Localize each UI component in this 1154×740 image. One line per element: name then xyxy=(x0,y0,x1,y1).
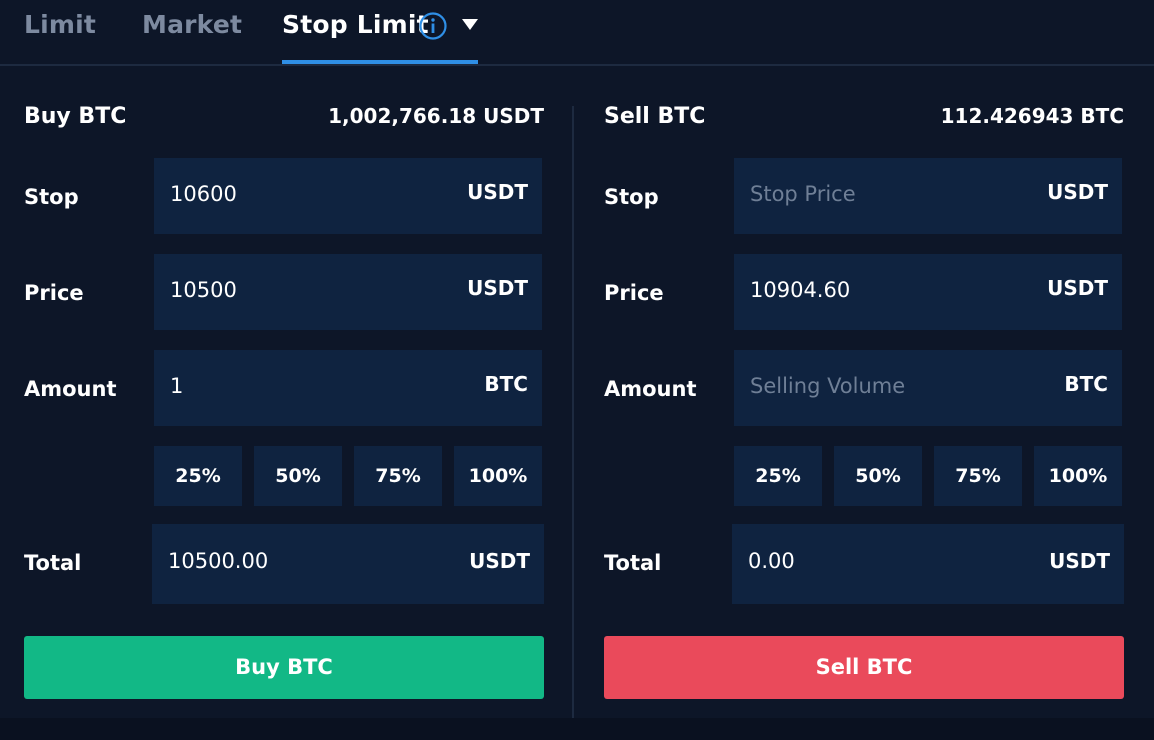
sell-percent-100-button[interactable]: 100% xyxy=(1034,446,1122,506)
buy-stop-value: 10600 xyxy=(170,182,237,206)
sell-price-value: 10904.60 xyxy=(750,278,851,302)
sell-total-input[interactable]: 0.00 USDT xyxy=(732,524,1124,604)
sell-price-unit: USDT xyxy=(1047,276,1108,300)
sell-total-label: Total xyxy=(604,551,662,575)
sell-stop-placeholder: Stop Price xyxy=(750,182,856,206)
sell-amount-placeholder: Selling Volume xyxy=(750,374,906,398)
buy-total-label: Total xyxy=(24,551,82,575)
sell-stop-input[interactable]: Stop Price USDT xyxy=(734,158,1122,234)
sell-price-label: Price xyxy=(604,281,664,305)
panel-divider xyxy=(572,106,574,740)
buy-amount-label: Amount xyxy=(24,377,117,401)
buy-amount-value: 1 xyxy=(170,374,184,398)
sell-amount-input[interactable]: Selling Volume BTC xyxy=(734,350,1122,426)
buy-percent-50-button[interactable]: 50% xyxy=(254,446,342,506)
buy-percent-100-button[interactable]: 100% xyxy=(454,446,542,506)
buy-title: Buy BTC xyxy=(24,104,127,129)
sell-stop-unit: USDT xyxy=(1047,180,1108,204)
buy-total-value: 10500.00 xyxy=(168,549,269,573)
buy-available-balance: 1,002,766.18 USDT xyxy=(328,104,544,128)
buy-amount-unit: BTC xyxy=(484,372,528,396)
sell-btc-button[interactable]: Sell BTC xyxy=(604,636,1124,699)
sell-percent-50-button[interactable]: 50% xyxy=(834,446,922,506)
sell-total-value: 0.00 xyxy=(748,549,795,573)
sell-amount-label: Amount xyxy=(604,377,697,401)
buy-panel: Buy BTC 1,002,766.18 USDT Stop 10600 USD… xyxy=(0,0,560,740)
buy-stop-label: Stop xyxy=(24,185,79,209)
sell-percent-25-button[interactable]: 25% xyxy=(734,446,822,506)
sell-total-unit: USDT xyxy=(1049,549,1110,573)
buy-total-input[interactable]: 10500.00 USDT xyxy=(152,524,544,604)
sell-available-balance: 112.426943 BTC xyxy=(940,104,1124,128)
buy-stop-input[interactable]: 10600 USDT xyxy=(154,158,542,234)
sell-stop-label: Stop xyxy=(604,185,659,209)
sell-percent-75-button[interactable]: 75% xyxy=(934,446,1022,506)
buy-percent-75-button[interactable]: 75% xyxy=(354,446,442,506)
buy-percent-25-button[interactable]: 25% xyxy=(154,446,242,506)
buy-amount-input[interactable]: 1 BTC xyxy=(154,350,542,426)
buy-price-input[interactable]: 10500 USDT xyxy=(154,254,542,330)
sell-price-input[interactable]: 10904.60 USDT xyxy=(734,254,1122,330)
sell-title: Sell BTC xyxy=(604,104,706,129)
buy-price-value: 10500 xyxy=(170,278,237,302)
buy-price-label: Price xyxy=(24,281,84,305)
sell-panel: Sell BTC 112.426943 BTC Stop Stop Price … xyxy=(580,0,1140,740)
sell-amount-unit: BTC xyxy=(1064,372,1108,396)
buy-total-unit: USDT xyxy=(469,549,530,573)
buy-stop-unit: USDT xyxy=(467,180,528,204)
buy-price-unit: USDT xyxy=(467,276,528,300)
buy-btc-button[interactable]: Buy BTC xyxy=(24,636,544,699)
